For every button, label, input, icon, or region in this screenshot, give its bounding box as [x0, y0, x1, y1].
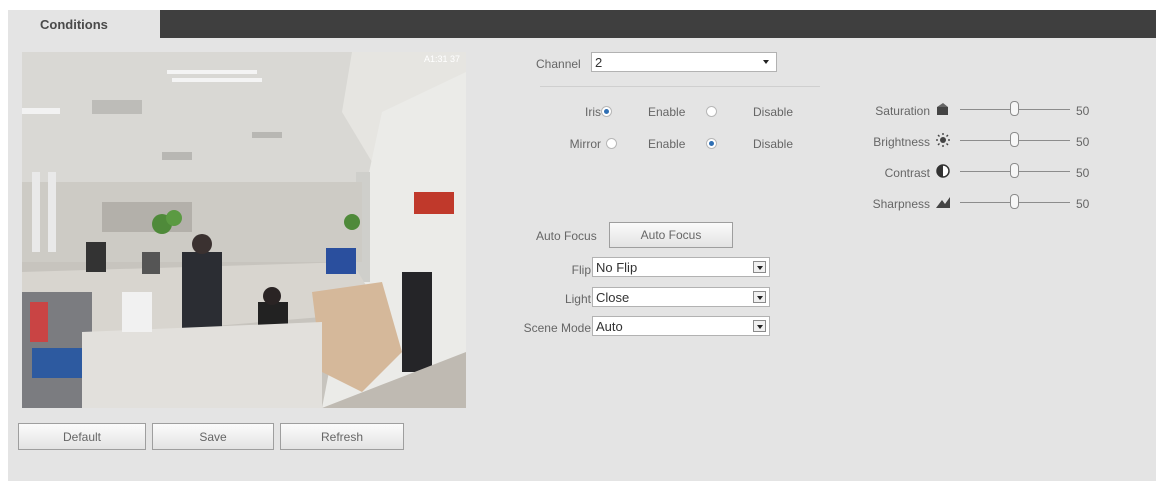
tab-bar: Conditions — [8, 10, 1156, 38]
refresh-button[interactable]: Refresh — [280, 423, 404, 450]
light-value: Close — [596, 289, 630, 305]
contrast-value: 50 — [1076, 166, 1090, 180]
preview-osd-text: A1:31 37 — [423, 54, 460, 64]
mirror-disable-radio[interactable] — [706, 138, 717, 149]
saturation-icon — [937, 103, 948, 115]
divider — [540, 86, 820, 87]
chevron-down-icon — [760, 56, 773, 68]
scene-mode-select[interactable]: Auto — [592, 316, 770, 336]
saturation-label: Saturation — [875, 104, 930, 118]
iris-label: Iris — [585, 105, 601, 119]
mirror-enable-label: Enable — [648, 137, 686, 151]
mirror-enable-radio[interactable] — [606, 138, 617, 149]
iris-enable-label: Enable — [648, 105, 686, 119]
office-scene-image — [22, 52, 466, 408]
mirror-disable-label: Disable — [753, 137, 794, 151]
auto-focus-button[interactable]: Auto Focus — [609, 222, 733, 248]
saturation-slider-thumb[interactable] — [1010, 101, 1019, 116]
brightness-label: Brightness — [873, 135, 930, 149]
iris-disable-radio[interactable] — [706, 106, 717, 117]
conditions-panel: Conditions A1:31 37 Default Save Refresh… — [8, 10, 1156, 481]
brightness-value: 50 — [1076, 135, 1090, 149]
chevron-down-icon — [753, 261, 766, 273]
live-preview: A1:31 37 — [22, 52, 466, 408]
chevron-down-icon — [753, 291, 766, 303]
mirror-label: Mirror — [569, 137, 601, 151]
sharpness-slider-thumb[interactable] — [1010, 194, 1019, 209]
contrast-slider-thumb[interactable] — [1010, 163, 1019, 178]
sharpness-value: 50 — [1076, 197, 1090, 211]
tab-conditions[interactable]: Conditions — [8, 10, 160, 38]
saturation-value: 50 — [1076, 104, 1090, 118]
auto-focus-label: Auto Focus — [536, 229, 597, 243]
sharpness-icon — [936, 197, 950, 208]
brightness-slider-thumb[interactable] — [1010, 132, 1019, 147]
iris-disable-label: Disable — [753, 105, 794, 119]
contrast-icon — [936, 164, 950, 178]
contrast-label: Contrast — [884, 166, 930, 180]
flip-select[interactable]: No Flip — [592, 257, 770, 277]
sharpness-label: Sharpness — [872, 197, 930, 211]
brightness-icon — [936, 133, 950, 147]
flip-value: No Flip — [596, 259, 638, 275]
scene-mode-label: Scene Mode — [523, 321, 591, 335]
iris-enable-radio[interactable] — [601, 106, 612, 117]
channel-label: Channel — [536, 57, 581, 71]
default-button[interactable]: Default — [18, 423, 146, 450]
chevron-down-icon — [753, 320, 766, 332]
light-select[interactable]: Close — [592, 287, 770, 307]
light-label: Light — [564, 292, 591, 306]
flip-label: Flip — [571, 263, 591, 277]
channel-select[interactable]: 2 — [591, 52, 777, 72]
save-button[interactable]: Save — [152, 423, 274, 450]
scene-mode-value: Auto — [596, 318, 623, 334]
channel-value: 2 — [595, 54, 603, 70]
